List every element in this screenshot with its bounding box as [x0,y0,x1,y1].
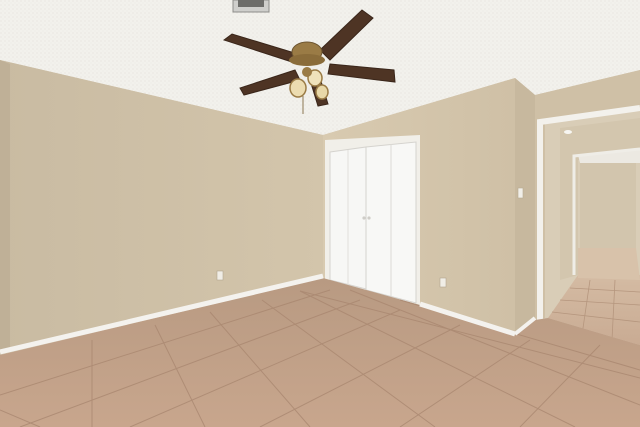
outlet-left [216,270,224,281]
open-doorway [537,105,640,345]
fan-light-1 [289,78,307,98]
left-wall-edge [0,60,10,355]
air-vent [232,0,270,13]
room-scene [0,0,640,427]
outlet-back [439,277,447,288]
fan-light-3 [315,84,329,100]
light-switch [517,187,524,199]
right-wall [515,78,535,335]
bifold-closet [325,135,420,305]
